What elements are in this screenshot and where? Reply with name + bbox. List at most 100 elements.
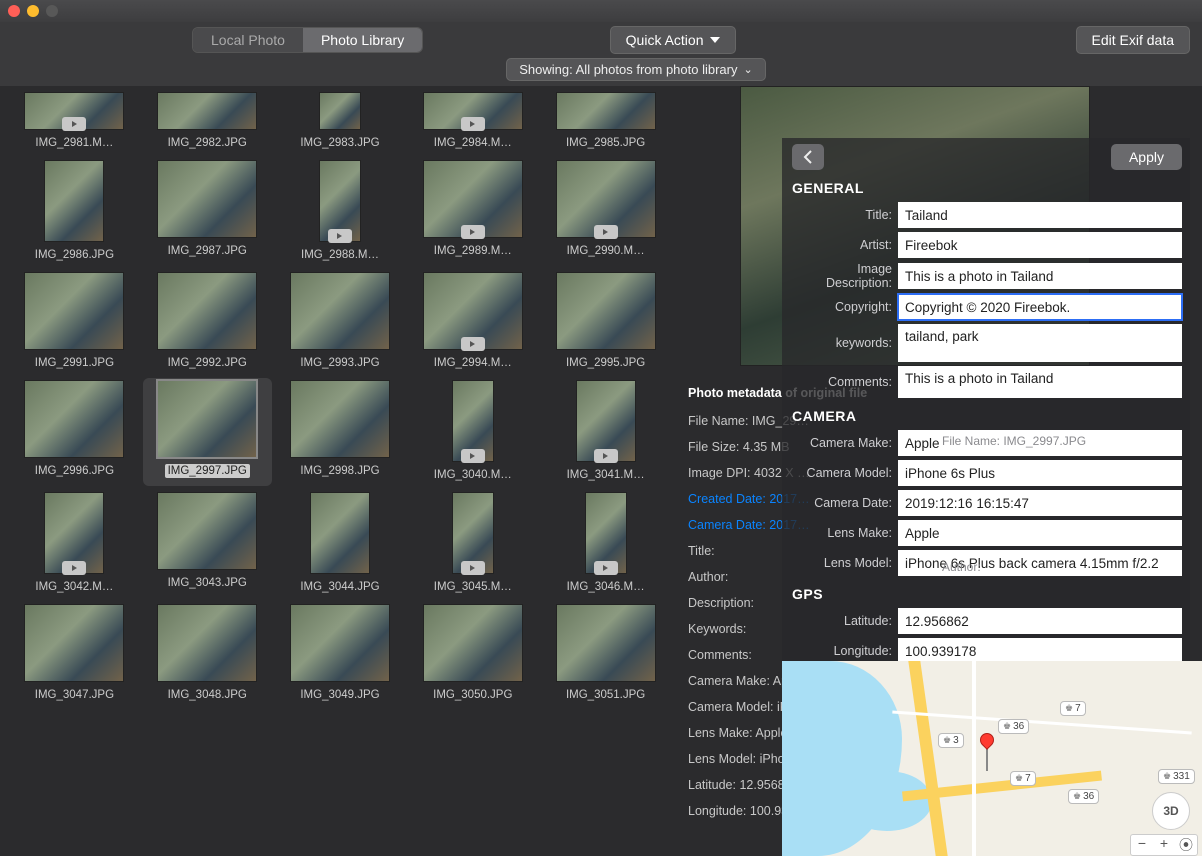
- thumbnail-caption: IMG_2991.JPG: [32, 356, 117, 370]
- thumbnail-caption: IMG_2982.JPG: [165, 136, 250, 150]
- thumbnail-cell[interactable]: IMG_3046.M…: [541, 490, 670, 598]
- play-icon: [461, 225, 485, 239]
- map-poi[interactable]: 331: [1158, 769, 1195, 784]
- play-icon: [62, 561, 86, 575]
- location-map[interactable]: 3 36 7 7 36 331 3D − + ⦿: [782, 661, 1202, 856]
- description-input[interactable]: [898, 263, 1182, 289]
- thumbnail-cell[interactable]: IMG_3050.JPG: [408, 602, 537, 706]
- thumbnail-cell[interactable]: IMG_2990.M…: [541, 158, 670, 266]
- thumbnail-cell[interactable]: IMG_2983.JPG: [276, 90, 405, 154]
- close-window-button[interactable]: [8, 5, 20, 17]
- tab-photo-library[interactable]: Photo Library: [303, 28, 422, 52]
- section-general: GENERAL: [792, 180, 1182, 196]
- library-filter-select[interactable]: Showing: All photos from photo library ⌄: [506, 58, 765, 81]
- detail-column: Photo metadata of original file File Nam…: [680, 86, 1202, 856]
- thumbnail-image: [44, 492, 104, 574]
- thumbnail-image: [556, 92, 656, 130]
- thumbnail-gallery[interactable]: IMG_2981.M… IMG_2982.JPG IMG_2983.JPG IMG_2…: [0, 86, 680, 856]
- section-camera: CAMERA: [792, 408, 1182, 424]
- back-button[interactable]: [792, 144, 824, 170]
- copyright-input[interactable]: [898, 294, 1182, 320]
- thumbnail-cell[interactable]: IMG_2997.JPG: [143, 378, 272, 486]
- window-titlebar: [0, 0, 1202, 22]
- thumbnail-caption: IMG_3046.M…: [564, 580, 648, 594]
- zoom-out-button[interactable]: −: [1131, 835, 1153, 855]
- thumbnail-caption: IMG_3051.JPG: [563, 688, 648, 702]
- thumbnail-cell[interactable]: IMG_3045.M…: [408, 490, 537, 598]
- chevron-down-icon: ⌄: [744, 63, 753, 76]
- thumbnail-image: [24, 272, 124, 350]
- thumbnail-caption: IMG_3049.JPG: [297, 688, 382, 702]
- thumbnail-cell[interactable]: IMG_2994.M…: [408, 270, 537, 374]
- thumbnail-cell[interactable]: IMG_3041.M…: [541, 378, 670, 486]
- thumbnail-caption: IMG_3045.M…: [431, 580, 515, 594]
- thumbnail-cell[interactable]: IMG_2984.M…: [408, 90, 537, 154]
- thumbnail-caption: IMG_2988.M…: [298, 248, 382, 262]
- thumbnail-cell[interactable]: IMG_2991.JPG: [10, 270, 139, 374]
- map-3d-button[interactable]: 3D: [1152, 792, 1190, 830]
- map-poi[interactable]: 7: [1010, 771, 1036, 786]
- map-zoom-controls: − + ⦿: [1130, 834, 1198, 856]
- thumbnail-caption: IMG_3047.JPG: [32, 688, 117, 702]
- keywords-input[interactable]: [898, 324, 1182, 362]
- thumbnail-image: [576, 380, 636, 462]
- thumbnail-cell[interactable]: IMG_2981.M…: [10, 90, 139, 154]
- thumbnail-cell[interactable]: IMG_2982.JPG: [143, 90, 272, 154]
- thumbnail-caption: IMG_2983.JPG: [297, 136, 382, 150]
- thumbnail-image: [585, 492, 627, 574]
- thumbnail-cell[interactable]: IMG_3047.JPG: [10, 602, 139, 706]
- thumbnail-cell[interactable]: IMG_2987.JPG: [143, 158, 272, 266]
- artist-input[interactable]: [898, 232, 1182, 258]
- zoom-window-button[interactable]: [46, 5, 58, 17]
- thumbnail-caption: IMG_2987.JPG: [165, 244, 250, 258]
- edit-exif-button[interactable]: Edit Exif data: [1076, 26, 1191, 54]
- thumbnail-image: [319, 92, 361, 130]
- minimize-window-button[interactable]: [27, 5, 39, 17]
- thumbnail-cell[interactable]: IMG_2995.JPG: [541, 270, 670, 374]
- thumbnail-cell[interactable]: IMG_2986.JPG: [10, 158, 139, 266]
- thumbnail-cell[interactable]: IMG_2988.M…: [276, 158, 405, 266]
- thumbnail-cell[interactable]: IMG_2985.JPG: [541, 90, 670, 154]
- quick-action-label: Quick Action: [626, 32, 704, 48]
- thumbnail-cell[interactable]: IMG_3043.JPG: [143, 490, 272, 598]
- play-icon: [594, 449, 618, 463]
- thumbnail-cell[interactable]: IMG_3044.JPG: [276, 490, 405, 598]
- apply-button[interactable]: Apply: [1111, 144, 1182, 170]
- thumbnail-image: [290, 380, 390, 458]
- thumbnail-caption: IMG_3044.JPG: [297, 580, 382, 594]
- toolbar: Local Photo Photo Library Quick Action E…: [0, 22, 1202, 58]
- zoom-reset-button[interactable]: ⦿: [1175, 835, 1197, 855]
- thumbnail-cell[interactable]: IMG_2996.JPG: [10, 378, 139, 486]
- zoom-in-button[interactable]: +: [1153, 835, 1175, 855]
- thumbnail-image: [423, 92, 523, 130]
- map-poi[interactable]: 3: [938, 733, 964, 748]
- thumbnail-image: [157, 492, 257, 570]
- source-tabs: Local Photo Photo Library: [192, 27, 423, 53]
- thumbnail-caption: IMG_2981.M…: [32, 136, 116, 150]
- chevron-left-icon: [803, 150, 813, 164]
- thumbnail-caption: IMG_2996.JPG: [32, 464, 117, 478]
- thumbnail-caption: IMG_2992.JPG: [165, 356, 250, 370]
- quick-action-menu[interactable]: Quick Action: [610, 26, 736, 54]
- thumbnail-cell[interactable]: IMG_3040.M…: [408, 378, 537, 486]
- map-pin-icon: [977, 730, 997, 750]
- thumbnail-cell[interactable]: IMG_3051.JPG: [541, 602, 670, 706]
- tab-local-photo[interactable]: Local Photo: [193, 28, 303, 52]
- thumbnail-image: [556, 272, 656, 350]
- thumbnail-image: [423, 604, 523, 682]
- map-poi[interactable]: 36: [1068, 789, 1099, 804]
- thumbnail-cell[interactable]: IMG_3048.JPG: [143, 602, 272, 706]
- play-icon: [328, 229, 352, 243]
- thumbnail-cell[interactable]: IMG_3042.M…: [10, 490, 139, 598]
- map-poi[interactable]: 36: [998, 719, 1029, 734]
- thumbnail-cell[interactable]: IMG_2998.JPG: [276, 378, 405, 486]
- thumbnail-cell[interactable]: IMG_2993.JPG: [276, 270, 405, 374]
- map-poi[interactable]: 7: [1060, 701, 1086, 716]
- play-icon: [594, 225, 618, 239]
- title-input[interactable]: [898, 202, 1182, 228]
- thumbnail-cell[interactable]: IMG_3049.JPG: [276, 602, 405, 706]
- thumbnail-cell[interactable]: IMG_2989.M…: [408, 158, 537, 266]
- thumbnail-cell[interactable]: IMG_2992.JPG: [143, 270, 272, 374]
- thumbnail-image: [157, 92, 257, 130]
- comments-input[interactable]: [898, 366, 1182, 398]
